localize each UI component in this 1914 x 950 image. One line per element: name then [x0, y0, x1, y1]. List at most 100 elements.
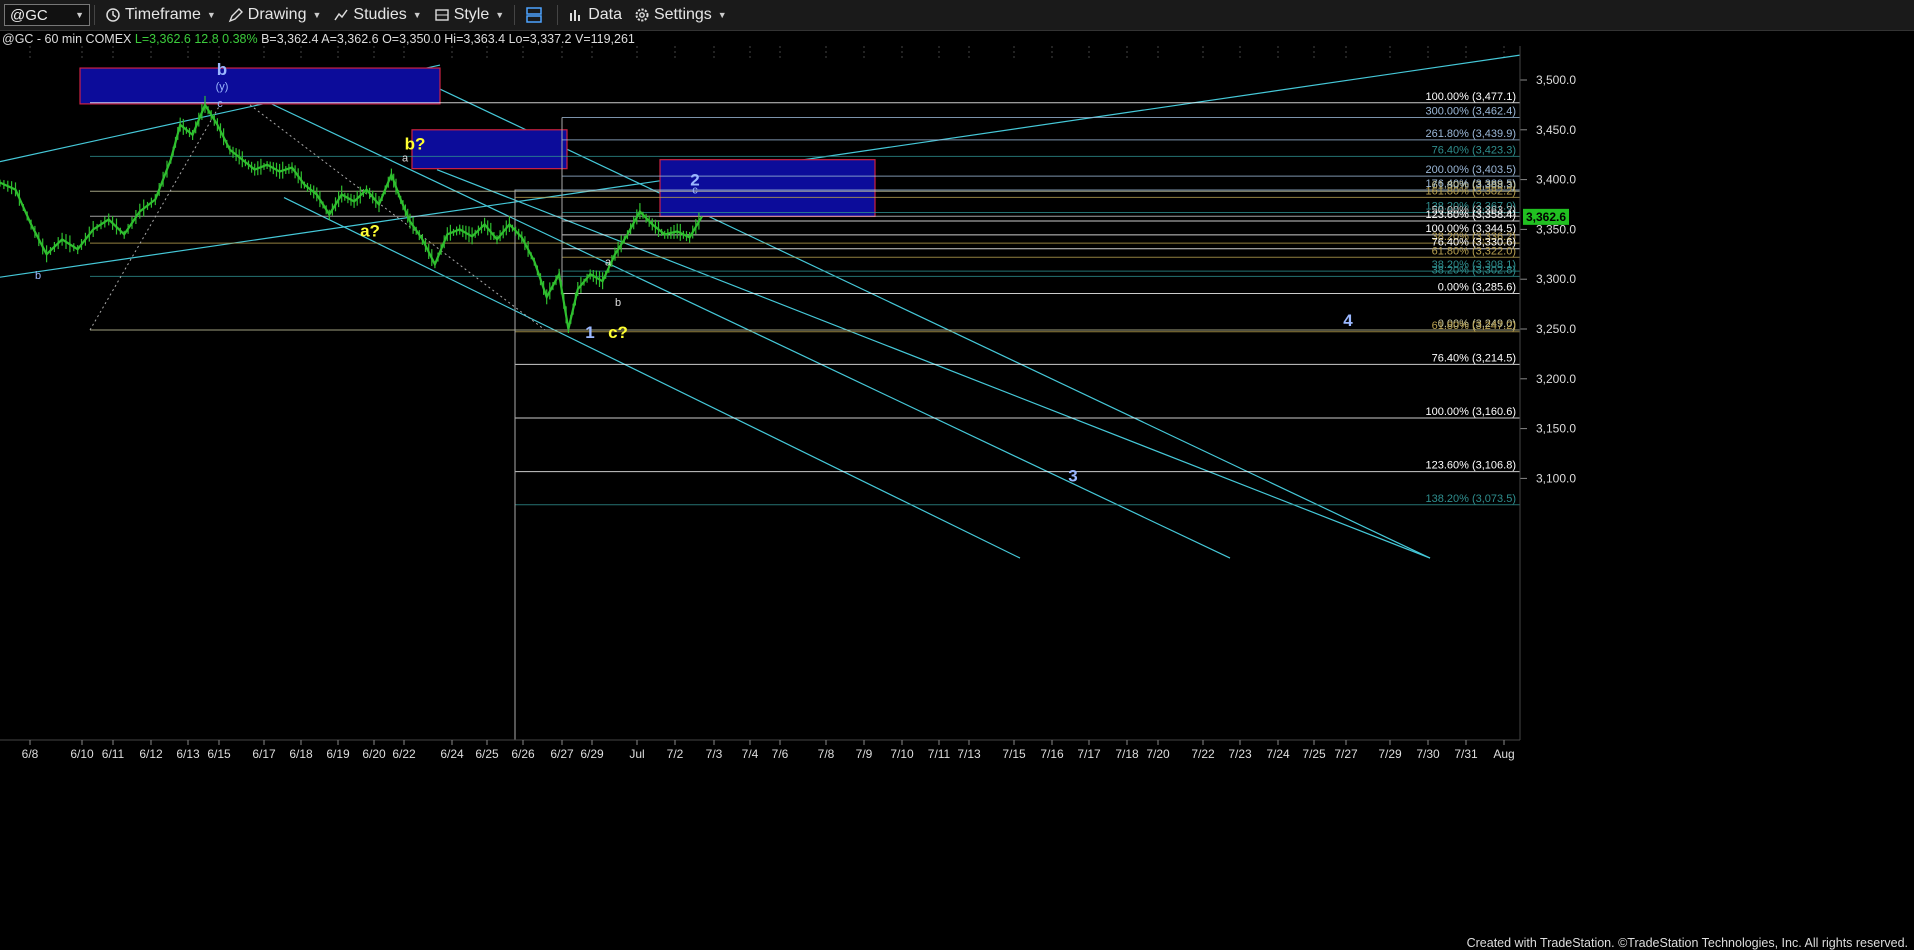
chevron-down-icon: ▼: [206, 10, 216, 20]
high-price: Hi=3,363.4: [444, 32, 506, 46]
fib-label: 38.20% (3,302.8): [1432, 264, 1516, 276]
time-tick-label: 7/8: [818, 747, 835, 761]
time-tick-label: Aug: [1493, 747, 1514, 761]
time-tick-label: 7/31: [1454, 747, 1478, 761]
time-tick-label: 7/9: [856, 747, 873, 761]
price-tick-label: 3,500.0: [1536, 73, 1576, 87]
time-tick-label: 6/15: [207, 747, 231, 761]
style-icon: [434, 9, 449, 21]
wave-label: b: [217, 60, 227, 79]
wave-label: a: [605, 256, 612, 268]
symbol-dropdown[interactable]: @GC ▼: [4, 4, 90, 26]
ask-price: A=3,362.6: [321, 32, 379, 46]
wave-label: c: [692, 185, 698, 197]
gear-icon: [635, 8, 649, 22]
time-tick-label: 6/10: [70, 747, 94, 761]
price-tick-label: 3,200.0: [1536, 372, 1576, 386]
time-tick-label: 6/11: [102, 747, 125, 761]
time-tick-label: 7/2: [667, 747, 684, 761]
chevron-down-icon: ▼: [312, 10, 322, 20]
timeframe-label: Timeframe: [125, 6, 201, 23]
wave-label: 1: [585, 323, 594, 342]
time-tick-label: 7/4: [742, 747, 759, 761]
wave-label: 3: [1068, 466, 1077, 485]
open-price: O=3,350.0: [382, 32, 441, 46]
time-tick-label: 7/15: [1002, 747, 1026, 761]
time-tick-label: 6/19: [326, 747, 350, 761]
fib-label: 76.40% (3,423.3): [1432, 144, 1516, 156]
time-tick-label: 6/22: [392, 747, 416, 761]
fib-label: 61.80% (3,247.2): [1432, 320, 1516, 332]
settings-label: Settings: [653, 6, 712, 23]
time-tick-label: 7/30: [1416, 747, 1440, 761]
data-menu[interactable]: Data: [562, 2, 628, 28]
percent-change: 0.38%: [222, 32, 258, 46]
time-tick-label: 6/18: [289, 747, 313, 761]
net-change: 12.8: [194, 32, 219, 46]
studies-menu[interactable]: Studies ▼: [327, 2, 427, 28]
price-chart[interactable]: 100.00% (3,477.1) 300.00% (3,462.4) 261.80…: [0, 46, 1914, 930]
layout-icon: [526, 7, 542, 23]
time-tick-label: 7/23: [1228, 747, 1252, 761]
time-tick-label: 6/29: [580, 747, 604, 761]
style-menu[interactable]: Style ▼: [428, 2, 511, 28]
time-tick-label: 7/22: [1191, 747, 1215, 761]
wave-label: (y): [216, 81, 229, 93]
time-tick-label: 6/12: [139, 747, 163, 761]
chevron-down-icon: ▼: [412, 10, 422, 20]
wave-label: a?: [360, 221, 380, 240]
layout-button[interactable]: [519, 2, 553, 28]
fib-label: 123.60% (3,106.8): [1425, 460, 1516, 472]
wave-label: b: [35, 270, 41, 282]
bid-price: B=3,362.4: [261, 32, 319, 46]
timeframe-menu[interactable]: Timeframe ▼: [99, 2, 222, 28]
fib-label: 138.20% (3,073.5): [1425, 493, 1516, 505]
wave-label: b: [615, 297, 621, 309]
price-tick-label: 3,100.0: [1536, 471, 1576, 485]
time-tick-label: 6/26: [511, 747, 535, 761]
style-label: Style: [453, 6, 490, 23]
time-tick-label: 6/20: [362, 747, 386, 761]
symbol-description: @GC - 60 min COMEX: [2, 32, 132, 46]
settings-menu[interactable]: Settings ▼: [628, 2, 733, 28]
target-box: [79, 67, 441, 105]
data-label: Data: [588, 6, 622, 23]
symbol-info-bar: @GC - 60 min COMEX L=3,362.6 12.8 0.38% …: [2, 32, 635, 46]
time-tick-label: 7/6: [772, 747, 789, 761]
toolbar-divider: [514, 5, 516, 25]
time-tick-label: Jul: [629, 747, 644, 761]
drawing-label: Drawing: [247, 6, 307, 23]
time-tick-label: 7/20: [1146, 747, 1170, 761]
fib-label: 123.60% (3,358.4): [1425, 209, 1516, 221]
price-tick-label: 3,300.0: [1536, 272, 1576, 286]
fib-label: 200.00% (3,403.5): [1425, 164, 1516, 176]
toolbar: @GC ▼ Timeframe ▼ Drawing ▼ Studies ▼ St…: [0, 0, 1914, 31]
fib-label: 100.00% (3,160.6): [1425, 406, 1516, 418]
wave-label: c?: [608, 323, 628, 342]
fib-label: 0.00% (3,285.6): [1438, 282, 1516, 294]
low-price: Lo=3,337.2: [508, 32, 572, 46]
time-tick-label: 7/10: [890, 747, 914, 761]
drawing-menu[interactable]: Drawing ▼: [222, 2, 328, 28]
wave-label: 4: [1343, 311, 1353, 330]
target-box: [411, 129, 568, 170]
time-tick-label: 7/25: [1302, 747, 1326, 761]
last-price: L=3,362.6: [134, 32, 191, 46]
wave-label: a: [402, 153, 409, 165]
time-tick-label: 6/25: [475, 747, 499, 761]
time-tick-label: 6/13: [176, 747, 200, 761]
toolbar-divider: [557, 5, 559, 25]
wave-label: c: [217, 98, 223, 110]
volume: V=119,261: [574, 32, 635, 46]
fib-label: 300.00% (3,462.4): [1425, 105, 1516, 117]
time-tick-label: 6/24: [440, 747, 464, 761]
time-tick-label: 7/24: [1266, 747, 1290, 761]
price-tick-label: 3,250.0: [1536, 322, 1576, 336]
fib-label: 100.00% (3,477.1): [1425, 91, 1516, 103]
pencil-icon: [228, 8, 243, 23]
bar-chart-icon: [570, 10, 581, 21]
time-tick-label: 7/29: [1378, 747, 1402, 761]
time-tick-label: 7/18: [1115, 747, 1139, 761]
time-tick-label: 7/13: [957, 747, 981, 761]
fib-label: 161.80% (3,382.2): [1425, 185, 1516, 197]
